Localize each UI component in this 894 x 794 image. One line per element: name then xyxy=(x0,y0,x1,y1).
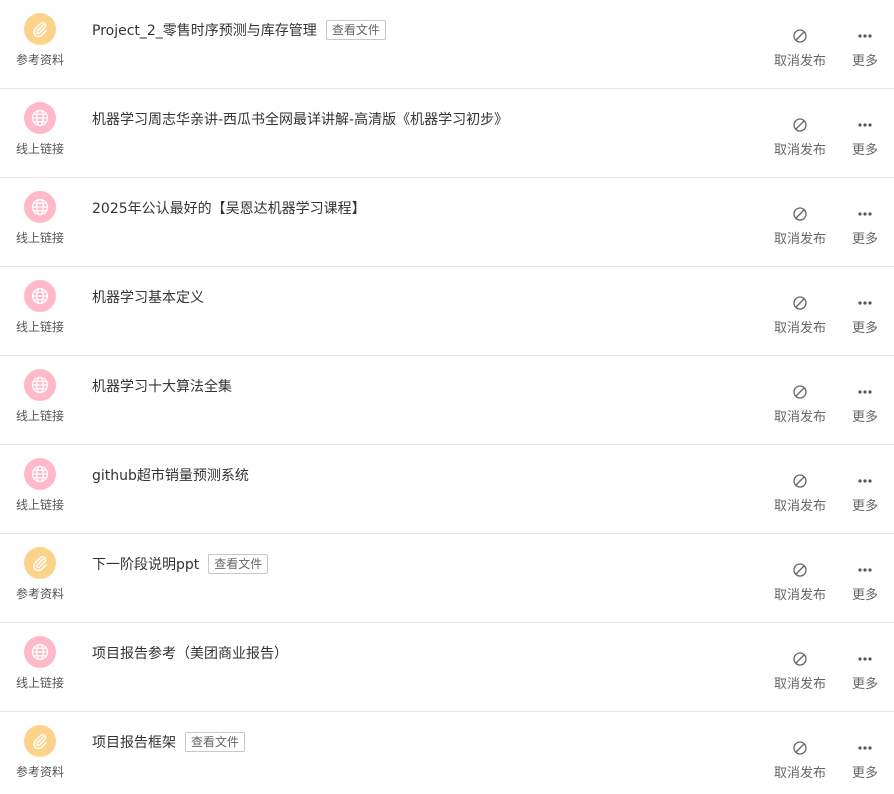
more-dots-icon xyxy=(858,295,872,311)
globe-icon xyxy=(24,458,56,490)
view-file-button[interactable]: 查看文件 xyxy=(325,20,386,40)
list-item: 参考资料 项目报告框架 查看文件 取消发布 更多 xyxy=(0,712,894,788)
unpublish-button[interactable]: 取消发布 xyxy=(774,384,826,425)
unpublish-label: 取消发布 xyxy=(774,54,827,69)
unpublish-label: 取消发布 xyxy=(774,677,827,692)
prohibited-icon xyxy=(793,295,807,311)
globe-icon xyxy=(24,102,56,134)
type-label: 线上链接 xyxy=(15,409,64,423)
more-label: 更多 xyxy=(852,677,879,692)
list-item: 线上链接 机器学习十大算法全集 取消发布 更多 xyxy=(0,356,894,445)
more-label: 更多 xyxy=(852,410,879,425)
unpublish-button[interactable]: 取消发布 xyxy=(774,295,826,336)
unpublish-button[interactable]: 取消发布 xyxy=(774,473,826,514)
type-label: 线上链接 xyxy=(15,676,64,690)
more-button[interactable]: 更多 xyxy=(852,206,878,247)
type-label: 线上链接 xyxy=(15,320,64,334)
more-dots-icon xyxy=(858,206,872,222)
more-button[interactable]: 更多 xyxy=(852,562,878,603)
unpublish-label: 取消发布 xyxy=(774,766,827,781)
item-title[interactable]: 2025年公认最好的【吴恩达机器学习课程】 xyxy=(92,198,366,218)
prohibited-icon xyxy=(793,562,807,578)
more-dots-icon xyxy=(858,28,872,44)
unpublish-button[interactable]: 取消发布 xyxy=(774,28,826,69)
globe-icon xyxy=(24,191,56,223)
item-title[interactable]: 下一阶段说明ppt xyxy=(92,554,199,574)
item-title[interactable]: 机器学习周志华亲讲-西瓜书全网最详讲解-高清版《机器学习初步》 xyxy=(92,109,508,129)
type-label: 参考资料 xyxy=(15,53,64,67)
list-item: 线上链接 github超市销量预测系统 取消发布 更多 xyxy=(0,445,894,534)
type-label: 线上链接 xyxy=(15,142,64,156)
item-title[interactable]: 项目报告框架 xyxy=(92,732,176,752)
globe-icon xyxy=(24,369,56,401)
unpublish-label: 取消发布 xyxy=(774,143,827,158)
more-dots-icon xyxy=(858,117,872,133)
more-dots-icon xyxy=(858,473,872,489)
type-label: 线上链接 xyxy=(15,498,64,512)
list-item: 参考资料 下一阶段说明ppt 查看文件 取消发布 更多 xyxy=(0,534,894,623)
prohibited-icon xyxy=(793,117,807,133)
unpublish-button[interactable]: 取消发布 xyxy=(774,206,826,247)
unpublish-label: 取消发布 xyxy=(774,321,827,336)
unpublish-label: 取消发布 xyxy=(774,499,827,514)
unpublish-button[interactable]: 取消发布 xyxy=(774,740,826,781)
more-button[interactable]: 更多 xyxy=(852,295,878,336)
more-button[interactable]: 更多 xyxy=(852,117,878,158)
paperclip-icon xyxy=(24,13,56,45)
view-file-button[interactable]: 查看文件 xyxy=(185,732,246,752)
more-label: 更多 xyxy=(852,766,879,781)
unpublish-label: 取消发布 xyxy=(774,410,827,425)
more-dots-icon xyxy=(858,384,872,400)
unpublish-label: 取消发布 xyxy=(774,232,827,247)
more-button[interactable]: 更多 xyxy=(852,651,878,692)
list-item: 线上链接 项目报告参考（美团商业报告） 取消发布 更多 xyxy=(0,623,894,712)
resource-list: 参考资料 Project_2_零售时序预测与库存管理 查看文件 取消发布 更多 … xyxy=(0,0,894,788)
type-label: 参考资料 xyxy=(15,765,64,779)
item-title[interactable]: 机器学习基本定义 xyxy=(92,287,204,307)
more-label: 更多 xyxy=(852,232,879,247)
view-file-button[interactable]: 查看文件 xyxy=(208,554,269,574)
list-item: 参考资料 Project_2_零售时序预测与库存管理 查看文件 取消发布 更多 xyxy=(0,0,894,89)
list-item: 线上链接 机器学习基本定义 取消发布 更多 xyxy=(0,267,894,356)
prohibited-icon xyxy=(793,384,807,400)
globe-icon xyxy=(24,636,56,668)
more-dots-icon xyxy=(858,740,872,756)
unpublish-button[interactable]: 取消发布 xyxy=(774,562,826,603)
type-label: 参考资料 xyxy=(15,587,64,601)
paperclip-icon xyxy=(24,547,56,579)
unpublish-button[interactable]: 取消发布 xyxy=(774,651,826,692)
prohibited-icon xyxy=(793,651,807,667)
unpublish-button[interactable]: 取消发布 xyxy=(774,117,826,158)
type-label: 线上链接 xyxy=(15,231,64,245)
more-label: 更多 xyxy=(852,588,879,603)
prohibited-icon xyxy=(793,206,807,222)
more-button[interactable]: 更多 xyxy=(852,473,878,514)
more-label: 更多 xyxy=(852,143,879,158)
globe-icon xyxy=(24,280,56,312)
paperclip-icon xyxy=(24,725,56,757)
more-label: 更多 xyxy=(852,499,879,514)
more-dots-icon xyxy=(858,651,872,667)
more-button[interactable]: 更多 xyxy=(852,740,878,781)
more-label: 更多 xyxy=(852,54,879,69)
prohibited-icon xyxy=(793,740,807,756)
more-button[interactable]: 更多 xyxy=(852,384,878,425)
item-title[interactable]: Project_2_零售时序预测与库存管理 xyxy=(92,20,317,40)
prohibited-icon xyxy=(793,28,807,44)
list-item: 线上链接 机器学习周志华亲讲-西瓜书全网最详讲解-高清版《机器学习初步》 取消发… xyxy=(0,89,894,178)
item-title[interactable]: github超市销量预测系统 xyxy=(92,465,249,485)
more-button[interactable]: 更多 xyxy=(852,28,878,69)
item-title[interactable]: 项目报告参考（美团商业报告） xyxy=(92,643,288,663)
item-title[interactable]: 机器学习十大算法全集 xyxy=(92,376,232,396)
unpublish-label: 取消发布 xyxy=(774,588,827,603)
more-label: 更多 xyxy=(852,321,879,336)
prohibited-icon xyxy=(793,473,807,489)
more-dots-icon xyxy=(858,562,872,578)
list-item: 线上链接 2025年公认最好的【吴恩达机器学习课程】 取消发布 更多 xyxy=(0,178,894,267)
